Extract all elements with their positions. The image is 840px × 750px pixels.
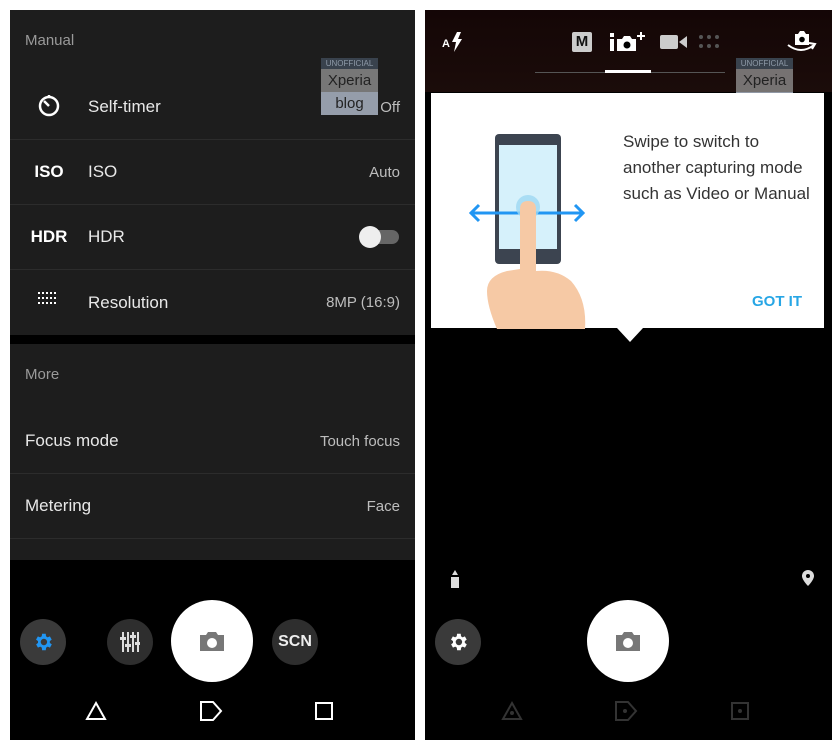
camera-icon	[616, 632, 640, 651]
hdr-icon: HDR	[30, 227, 68, 246]
tooltip-text: Swipe to switch to another capturing mod…	[623, 132, 810, 203]
setting-value: 8MP (16:9)	[326, 294, 400, 311]
setting-resolution[interactable]: Resolution 8MP (16:9)	[10, 270, 415, 335]
setting-label: ISO	[88, 162, 118, 181]
setting-value: Touch focus	[319, 432, 400, 450]
gear-icon	[36, 633, 52, 651]
setting-label: Self-timer	[88, 97, 161, 116]
resolution-grid-icon	[10, 292, 88, 313]
tooltip-pointer	[617, 328, 643, 342]
timer-icon	[10, 92, 88, 123]
hdr-toggle[interactable]	[359, 226, 399, 248]
got-it-button[interactable]: GOT IT	[752, 293, 802, 310]
setting-metering[interactable]: Metering Face	[10, 474, 415, 539]
manual-adjust-button[interactable]	[107, 619, 153, 665]
divider	[10, 335, 415, 344]
setting-label: Metering	[25, 496, 92, 515]
mode-apps-icon[interactable]	[698, 34, 720, 50]
back-nav-icon[interactable]	[85, 700, 107, 722]
switch-camera-icon[interactable]	[785, 28, 817, 56]
battery-level-icon	[451, 570, 459, 588]
camera-settings-screen: Manual Self-timer Off ISO ISO Auto HDR H…	[10, 10, 415, 740]
gear-icon	[451, 633, 467, 651]
auto-flash-icon[interactable]: A	[442, 30, 466, 54]
setting-value: Face	[366, 497, 400, 515]
watermark-mid: Xperia	[736, 69, 793, 92]
recents-nav-icon[interactable]	[314, 700, 334, 722]
mode-manual[interactable]: M	[572, 32, 592, 52]
shutter-button[interactable]	[587, 600, 669, 682]
camera-viewfinder-screen: A M UNOFFICIAL Xperia blog Swipe to swit…	[425, 10, 832, 740]
shutter-button[interactable]	[171, 600, 253, 682]
scene-button[interactable]: SCN	[272, 619, 318, 665]
setting-focus-mode[interactable]: Focus mode Touch focus	[10, 409, 415, 474]
home-nav-icon[interactable]	[614, 700, 638, 722]
settings-button[interactable]	[435, 619, 481, 665]
setting-label: HDR	[88, 227, 125, 246]
setting-label: Focus mode	[25, 431, 119, 450]
svg-text:A: A	[442, 38, 450, 50]
mode-video-icon[interactable]	[660, 34, 688, 50]
swipe-tooltip: Swipe to switch to another capturing mod…	[431, 93, 824, 329]
recents-nav-icon[interactable]	[730, 700, 750, 722]
camera-icon	[200, 632, 224, 651]
mode-indicator	[605, 70, 651, 73]
watermark-top: UNOFFICIAL	[321, 58, 378, 69]
location-pin-icon	[802, 570, 814, 586]
watermark-bottom: blog	[321, 92, 378, 115]
setting-iso[interactable]: ISO ISO Auto	[10, 140, 415, 205]
watermark-top: UNOFFICIAL	[736, 58, 793, 69]
home-nav-icon[interactable]	[199, 700, 223, 722]
swipe-phone-illustration	[468, 134, 586, 329]
watermark-mid: Xperia	[321, 69, 378, 92]
setting-value: Auto	[369, 163, 400, 181]
back-nav-icon[interactable]	[501, 700, 523, 722]
section-header-more: More	[25, 366, 60, 383]
setting-value: Off	[380, 98, 400, 116]
settings-button[interactable]	[20, 619, 66, 665]
watermark: UNOFFICIAL Xperia blog	[321, 58, 378, 115]
iso-icon: ISO	[34, 162, 64, 181]
sliders-icon	[120, 632, 140, 652]
setting-hdr[interactable]: HDR HDR	[10, 205, 415, 270]
setting-label: Resolution	[88, 292, 169, 312]
mode-superior-auto-icon[interactable]	[610, 30, 648, 54]
